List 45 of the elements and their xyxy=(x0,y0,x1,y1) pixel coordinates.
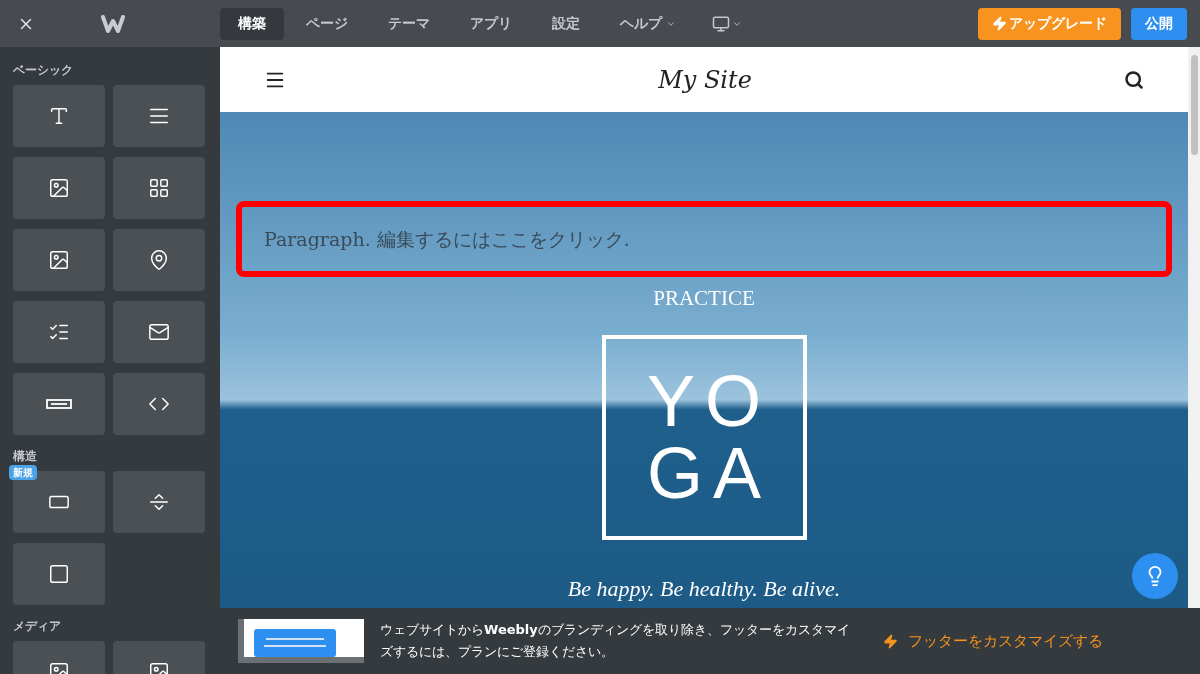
grid-icon xyxy=(148,177,170,199)
search-icon[interactable] xyxy=(1124,69,1144,90)
new-badge: 新規 xyxy=(9,465,37,480)
nav-tab[interactable]: ヘルプ xyxy=(602,7,694,40)
element-tile[interactable] xyxy=(113,85,205,147)
customize-footer-link[interactable]: フッターをカスタマイズする xyxy=(883,629,1103,653)
site-title: My Site xyxy=(658,64,752,96)
element-tile[interactable] xyxy=(113,229,205,291)
publish-button[interactable]: 公開 xyxy=(1131,7,1187,40)
logo-text: GA xyxy=(646,437,771,509)
frame-icon xyxy=(48,563,70,585)
element-tile[interactable] xyxy=(113,471,205,533)
logo-icon xyxy=(101,13,125,34)
map-pin-icon xyxy=(148,249,170,271)
element-tile[interactable] xyxy=(113,157,205,219)
element-tile[interactable] xyxy=(13,157,105,219)
tagline: Be happy. Be healthy. Be alive. xyxy=(567,574,841,603)
element-tile[interactable] xyxy=(113,373,205,435)
element-tile[interactable] xyxy=(13,301,105,363)
section-title: メディア xyxy=(13,619,62,633)
paragraph-text[interactable]: Paragraph. 編集するにはここをクリック. xyxy=(236,201,1172,277)
text-icon xyxy=(48,105,70,127)
element-tile[interactable] xyxy=(13,229,105,291)
element-tile[interactable] xyxy=(13,373,105,435)
branding-message: ウェブサイトからWeeblyのブランディングを取り除き、フッターをカスタマイズするには、プランにご登録ください。 xyxy=(380,621,851,661)
element-tile[interactable] xyxy=(13,543,105,605)
divider-icon xyxy=(148,491,170,513)
bar-icon xyxy=(46,399,72,409)
nav-tab[interactable]: 構築 xyxy=(220,7,284,40)
nav-tab[interactable]: ページ xyxy=(288,7,366,40)
scrollbar[interactable] xyxy=(1188,47,1200,608)
nav-tab[interactable]: 設定 xyxy=(534,7,598,40)
lightning-icon xyxy=(992,16,1007,31)
nav-tab[interactable]: アプリ xyxy=(452,7,530,40)
lightning-icon xyxy=(883,633,898,649)
element-tile[interactable] xyxy=(13,85,105,147)
section-title: 構造 xyxy=(13,449,38,463)
nav-tab[interactable]: テーマ xyxy=(370,7,448,40)
envelope-icon xyxy=(148,321,170,343)
practice-heading: PRACTICE xyxy=(653,285,755,312)
image-icon xyxy=(48,177,70,199)
monitor-icon xyxy=(712,14,730,33)
section-title: ベーシック xyxy=(13,63,74,77)
element-tile[interactable] xyxy=(113,301,205,363)
logo-text: YO xyxy=(646,365,771,437)
